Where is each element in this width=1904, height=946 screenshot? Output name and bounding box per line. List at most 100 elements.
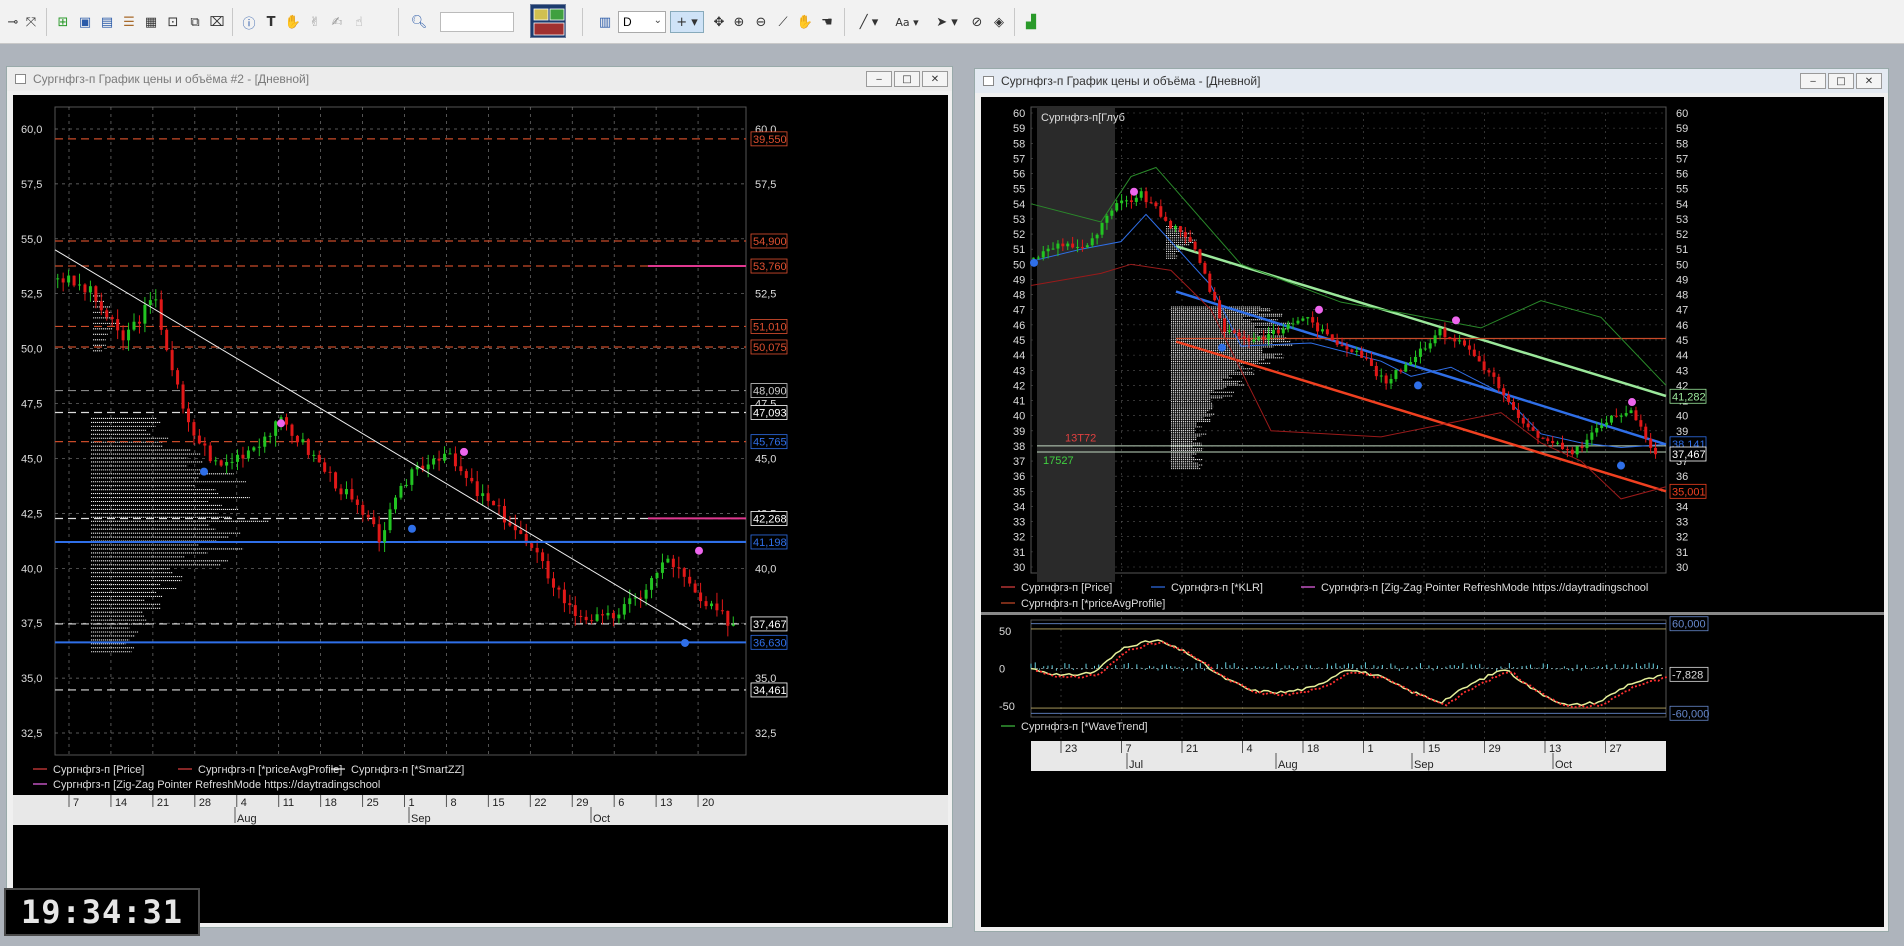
candle <box>1345 346 1349 350</box>
pane-splitter <box>981 612 1884 615</box>
minimize-button[interactable]: ‒ <box>1800 73 1826 89</box>
candle <box>731 624 735 626</box>
hand-tool3-icon[interactable]: ✍ <box>326 11 348 33</box>
candle <box>1232 330 1236 333</box>
toolbar-separator <box>844 8 845 36</box>
candle <box>1433 335 1437 344</box>
ruler-icon[interactable]: ⟋ <box>772 11 794 33</box>
price-chart-right-svg: Сургнфгз-п[Глуб 13T72 17527 60 60 59 59 58 58 57… <box>981 106 1884 771</box>
candle <box>285 417 289 425</box>
portfolio-icon[interactable]: ▦ <box>140 11 162 33</box>
chevron-down-icon: ⌄ <box>653 15 662 26</box>
zoom-out-icon[interactable]: ⊖ <box>750 11 772 33</box>
y-tick-label: 44 <box>1013 350 1025 362</box>
scanner-icon[interactable]: ⊡ <box>162 11 184 33</box>
price-level-label: 39,550 <box>753 134 787 146</box>
y-tick-label-right: 59 <box>1676 123 1688 135</box>
y-tick-label: 55,0 <box>21 234 42 246</box>
candle <box>394 497 397 510</box>
indicator-icon[interactable]: ▟ <box>1020 11 1042 33</box>
new-window-icon[interactable]: ⊞ <box>52 11 74 33</box>
y-tick-label-right: 55 <box>1676 184 1688 196</box>
candle <box>1453 338 1457 342</box>
wavetrend-signal <box>1035 641 1667 709</box>
close-button[interactable]: ✕ <box>1856 73 1882 89</box>
search-icon[interactable]: 🔍︎ <box>408 11 430 33</box>
hand-tool2-icon[interactable]: ✌ <box>304 11 326 33</box>
window-title-bar[interactable]: Сургнфгз-п График цены и объёма - [Дневн… <box>975 69 1888 93</box>
y-tick-label: 39 <box>1013 426 1025 438</box>
time-label: 13 <box>660 797 672 809</box>
chart-window-icon[interactable]: ▣ <box>74 11 96 33</box>
candle <box>1144 191 1148 203</box>
list-icon[interactable]: ☰ <box>118 11 140 33</box>
arrow-tool-icon[interactable]: ➤ ▾ <box>930 11 964 33</box>
layout-thumbnail[interactable] <box>530 4 566 38</box>
close-button[interactable]: ✕ <box>922 71 948 87</box>
text-tool-icon[interactable]: T <box>260 11 282 33</box>
candle <box>1056 243 1060 249</box>
y-tick-label: 41 <box>1013 396 1025 408</box>
hand-icon[interactable]: ☚ <box>816 11 838 33</box>
y-tick-label-right: 57 <box>1676 153 1688 165</box>
y-tick-label: 40 <box>1013 411 1025 423</box>
line-tool-icon[interactable]: ╱ ▾ <box>852 11 886 33</box>
y-tick-label: 52 <box>1013 229 1025 241</box>
chart-type-icon[interactable]: ▥ <box>594 11 616 33</box>
candle <box>1619 415 1623 417</box>
crosshair-tool-icon[interactable]: ⤧ <box>20 11 42 33</box>
window-icon <box>983 76 994 86</box>
price-chart-right[interactable]: Сургнфгз-п[Глуб 13T72 17527 60 60 59 59 58 58 57… <box>981 97 1884 927</box>
y-tick-label: 33 <box>1013 517 1025 529</box>
candle <box>671 558 675 568</box>
month-label: Aug <box>237 813 257 825</box>
price-level-label: 50,075 <box>753 342 787 354</box>
y-tick-label: 45 <box>1013 335 1025 347</box>
text-size-label: Aa <box>895 15 910 29</box>
candle <box>481 493 485 497</box>
candle <box>1624 413 1628 416</box>
toolbar-separator <box>46 8 47 36</box>
candle <box>475 481 479 497</box>
candle <box>492 500 496 506</box>
candle <box>225 461 229 466</box>
layers-icon[interactable]: ◈ <box>988 11 1010 33</box>
y-tick-label: 38 <box>1013 441 1025 453</box>
window-title-bar[interactable]: Сургнфгз-п График цены и объёма #2 - [Дн… <box>7 67 952 91</box>
search-input[interactable] <box>440 12 514 32</box>
y-tick-label-right: 52,5 <box>755 289 776 301</box>
zoom-in-icon[interactable]: ⊕ <box>728 11 750 33</box>
candle <box>1203 262 1207 274</box>
hide-icon[interactable]: ⊘ <box>966 11 988 33</box>
period-select[interactable]: D ⌄ <box>618 11 666 33</box>
candle <box>1335 340 1339 345</box>
minimize-button[interactable]: ‒ <box>866 71 892 87</box>
y-tick-label: 58 <box>1013 138 1025 150</box>
table-icon[interactable]: ▤ <box>96 11 118 33</box>
osc-level-label: 60,000 <box>1672 619 1706 631</box>
candle <box>170 350 174 371</box>
candle <box>404 484 408 486</box>
info-icon[interactable]: ⓘ <box>238 11 260 33</box>
hand-tool4-icon[interactable]: ☝ <box>348 11 370 33</box>
candle <box>519 530 523 534</box>
screener-icon[interactable]: ⧉ <box>184 11 206 33</box>
price-chart-left[interactable]: 60,060,057,557,555,055,052,552,550,050,0… <box>13 95 948 923</box>
candle <box>159 299 163 330</box>
y-tick-label: 34 <box>1013 501 1025 513</box>
candle <box>121 330 125 341</box>
crosshair-icon[interactable]: + ▾ <box>670 11 704 33</box>
text-size-icon[interactable]: Aa ▾ <box>890 11 924 33</box>
candle <box>1218 300 1222 319</box>
maximize-button[interactable]: □ <box>1828 73 1854 89</box>
hand-tool-icon[interactable]: ✋ <box>282 11 304 33</box>
y-tick-label: 43 <box>1013 365 1025 377</box>
maximize-button[interactable]: □ <box>894 71 920 87</box>
move-icon[interactable]: ✥ <box>708 11 730 33</box>
candle <box>590 620 594 622</box>
y-tick-label-right: 44 <box>1676 350 1688 362</box>
candle <box>1120 200 1124 204</box>
alert-icon[interactable]: ⌧ <box>206 11 228 33</box>
pan-icon[interactable]: ✋ <box>794 11 816 33</box>
candle <box>88 286 92 293</box>
